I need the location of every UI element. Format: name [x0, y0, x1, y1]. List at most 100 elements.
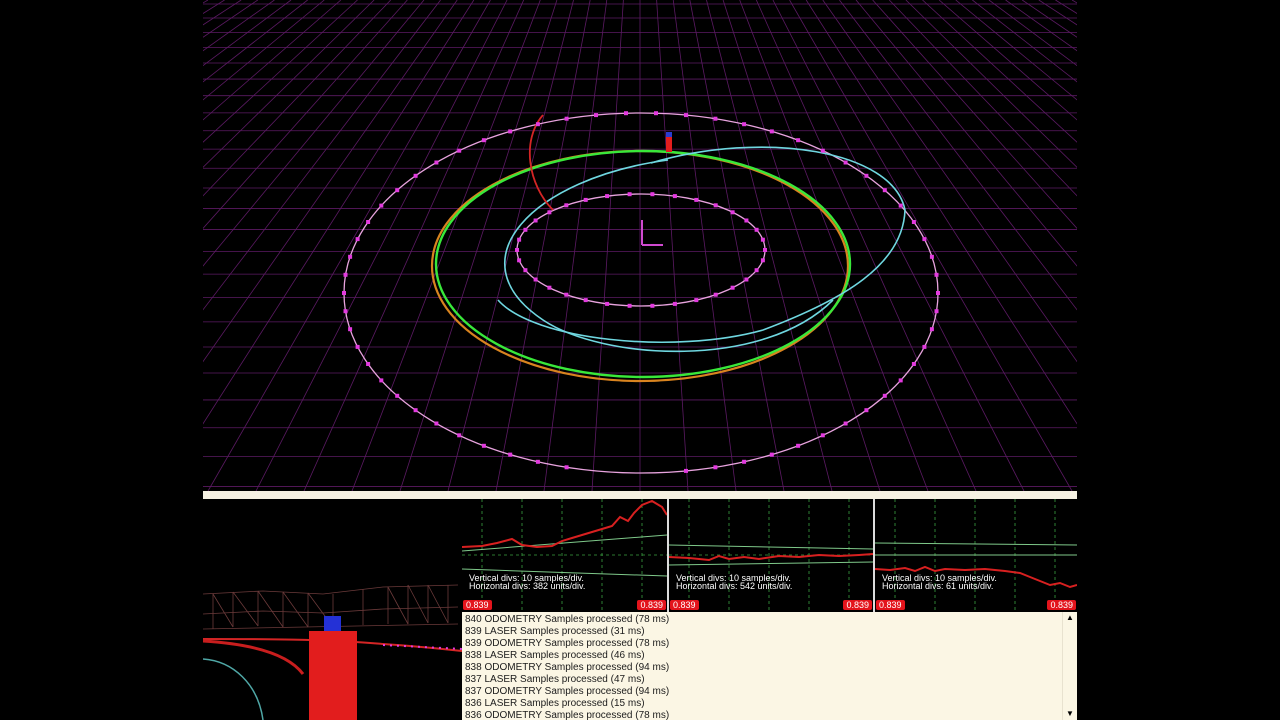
scope-plot-3 [875, 499, 1077, 612]
log-entry: 838 ODOMETRY Samples processed (94 ms) [465, 662, 670, 673]
camera-view[interactable] [203, 499, 462, 720]
waypoint-dot [650, 192, 655, 197]
waypoint-dot [564, 292, 569, 297]
waypoint-dot [922, 344, 927, 349]
waypoint-dot [627, 192, 632, 197]
log-entry: 836 LASER Samples processed (15 ms) [465, 698, 645, 709]
scope-plot-1 [462, 499, 667, 612]
scroll-up-icon[interactable]: ▲ [1063, 612, 1077, 624]
scope-trace-green-lower-2 [669, 561, 873, 566]
waypoint-dot [864, 173, 869, 178]
waypoint-dot [348, 327, 353, 332]
bottom-panel: Vertical divs: 10 samples/div. Horizonta… [203, 499, 1077, 720]
scope-info-horizontal: Horizontal divs: 542 units/div. [676, 581, 793, 591]
waypoint-dot [343, 272, 348, 277]
waypoint-dot [882, 188, 887, 193]
waypoint-dot [413, 173, 418, 178]
waypoint-dot [517, 237, 522, 242]
waypoint-dot [654, 111, 658, 116]
scope-badge-right: 0.839 [843, 600, 872, 610]
waypoint-dot [843, 421, 848, 426]
waypoint-dot [796, 443, 801, 448]
waypoint-dot [533, 277, 538, 282]
scope-panel-2[interactable]: Vertical divs: 10 samples/div. Horizonta… [669, 499, 873, 612]
waypoint-dot [355, 344, 360, 349]
scope-info-horizontal: Horizontal divs: 382 units/div. [469, 581, 586, 591]
log-entry: 837 ODOMETRY Samples processed (94 ms) [465, 686, 670, 697]
waypoint-dot [730, 210, 735, 215]
waypoint-dot [684, 113, 688, 118]
waypoint-dot [366, 220, 371, 224]
scope-trace-green-3 [875, 542, 1077, 546]
waypoint-dot [742, 459, 747, 464]
waypoint-dot [535, 459, 540, 464]
waypoint-dot [517, 258, 522, 263]
waypoint-dot [547, 285, 552, 290]
waypoint-dot [434, 160, 439, 165]
waypoint-dot [434, 421, 439, 426]
waypoint-dot [650, 303, 655, 308]
waypoint-dot [744, 277, 749, 282]
scope-info-2: Vertical divs: 10 samples/div. Horizonta… [676, 574, 793, 591]
waypoint-dot [713, 116, 718, 121]
panel-splitter[interactable] [203, 491, 1077, 499]
scope-badge-left: 0.839 [463, 600, 492, 610]
waypoint-dot [684, 468, 688, 473]
3d-scene-view[interactable] [203, 0, 1077, 491]
waypoint-dot [934, 272, 939, 277]
waypoint-dot [508, 129, 513, 134]
scope-badge-left: 0.839 [670, 600, 699, 610]
waypoint-dot [583, 298, 588, 303]
waypoint-dot [898, 203, 903, 208]
log-entry: 837 LASER Samples processed (47 ms) [465, 674, 645, 685]
waypoint-dot [627, 303, 632, 308]
waypoint-dot [457, 148, 462, 153]
waypoint-dot [348, 254, 353, 259]
log-entry: 839 ODOMETRY Samples processed (78 ms) [465, 638, 670, 649]
scope-panel-1[interactable]: Vertical divs: 10 samples/div. Horizonta… [462, 499, 667, 612]
waypoint-dot [911, 220, 916, 224]
waypoint-dot [934, 309, 939, 314]
scope-trace-red-1 [462, 499, 667, 549]
waypoint-dot [342, 291, 346, 295]
waypoint-dot [564, 465, 569, 470]
waypoint-dot [760, 258, 765, 263]
waypoint-dot [413, 408, 418, 413]
waypoint-dot [594, 113, 598, 118]
waypoint-dot [929, 254, 934, 259]
waypoint-dot [769, 129, 774, 134]
waypoint-dot [713, 292, 718, 297]
robot-marker-icon[interactable] [666, 132, 672, 152]
waypoint-dot [523, 227, 528, 232]
waypoint-dot [730, 285, 735, 290]
waypoint-dot [605, 194, 610, 199]
log-list: 840 ODOMETRY Samples processed (78 ms) 8… [465, 614, 1055, 720]
scope-panel-3[interactable]: Vertical divs: 10 samples/div. Horizonta… [875, 499, 1077, 612]
waypoint-dot [515, 248, 519, 252]
waypoint-dot [379, 203, 384, 208]
log-panel[interactable]: 840 ODOMETRY Samples processed (78 ms) 8… [462, 612, 1077, 720]
scroll-down-icon[interactable]: ▼ [1063, 708, 1077, 720]
waypoint-dot [481, 138, 486, 143]
waypoint-dot [760, 237, 765, 242]
waypoint-dot [523, 268, 528, 273]
scope-info-horizontal: Horizontal divs: 61 units/div. [882, 581, 994, 591]
waypoint-dot [564, 203, 569, 208]
camera-robot-marker-icon [309, 616, 357, 720]
waypoint-dot [379, 378, 384, 383]
scope-badge-left: 0.839 [876, 600, 905, 610]
waypoint-dot [694, 298, 699, 303]
waypoint-dot [744, 218, 749, 223]
waypoint-dot [898, 378, 903, 383]
log-entry: 839 LASER Samples processed (31 ms) [465, 626, 645, 637]
waypoint-dot [481, 443, 486, 448]
scope-trace-green-2 [669, 544, 873, 550]
waypoint-dot [769, 452, 774, 457]
waypoint-dot [366, 362, 371, 366]
scope-badge-right: 0.839 [637, 600, 666, 610]
waypoint-dot [395, 393, 400, 398]
log-scrollbar[interactable]: ▲ ▼ [1062, 612, 1077, 720]
scope-info-3: Vertical divs: 10 samples/div. Horizonta… [882, 574, 997, 591]
waypoint-dot [672, 194, 677, 199]
waypoint-dot [605, 301, 610, 306]
